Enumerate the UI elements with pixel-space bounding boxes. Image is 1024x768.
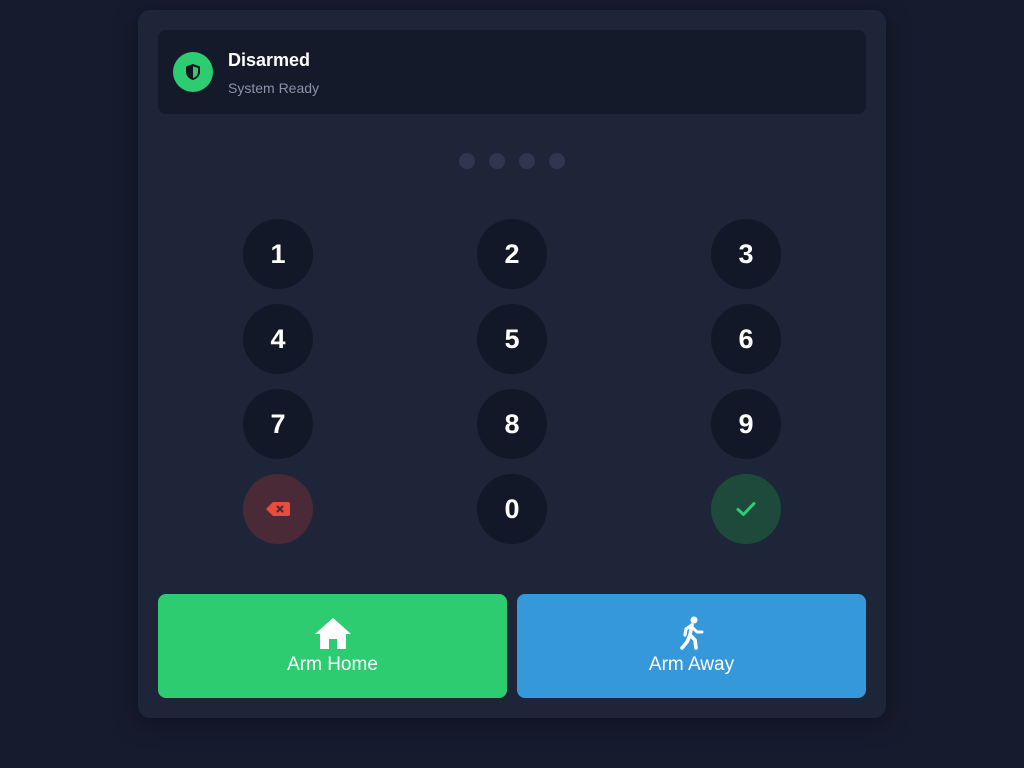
key-5[interactable]: 5 [477, 304, 547, 374]
alarm-panel: Disarmed System Ready 1 2 3 4 5 6 7 8 9 … [138, 10, 886, 718]
key-9[interactable]: 9 [711, 389, 781, 459]
key-7[interactable]: 7 [243, 389, 313, 459]
key-6[interactable]: 6 [711, 304, 781, 374]
walking-person-icon [679, 616, 703, 650]
key-3[interactable]: 3 [711, 219, 781, 289]
backspace-icon [266, 502, 290, 516]
enter-button[interactable] [711, 474, 781, 544]
arm-home-label: Arm Home [287, 654, 378, 675]
arm-away-label: Arm Away [648, 654, 735, 675]
key-1[interactable]: 1 [243, 219, 313, 289]
key-0[interactable]: 0 [477, 474, 547, 544]
pin-dot [519, 153, 535, 169]
pin-dot [489, 153, 505, 169]
arm-away-button[interactable]: Arm Away [517, 594, 866, 698]
key-2[interactable]: 2 [477, 219, 547, 289]
home-icon [314, 618, 351, 649]
key-4[interactable]: 4 [243, 304, 313, 374]
status-card: Disarmed System Ready [158, 30, 866, 114]
pin-dot [549, 153, 565, 169]
pin-dot [459, 153, 475, 169]
shield-icon [173, 52, 213, 92]
check-icon [736, 502, 756, 516]
pin-indicator [138, 153, 886, 169]
clear-button[interactable] [243, 474, 313, 544]
key-8[interactable]: 8 [477, 389, 547, 459]
status-title: Disarmed [228, 50, 311, 70]
status-subtitle: System Ready [228, 80, 320, 96]
arm-home-button[interactable]: Arm Home [158, 594, 507, 698]
